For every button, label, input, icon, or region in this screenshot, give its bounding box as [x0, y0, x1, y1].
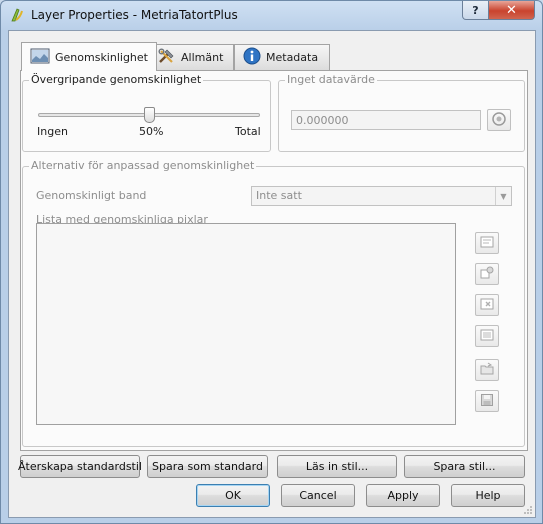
restore-default-style-button[interactable]: Återskapa standardstil	[18, 455, 142, 478]
close-button[interactable]: ✕	[488, 1, 535, 20]
title-help-button[interactable]: ?	[462, 1, 489, 20]
tab-label: Metadata	[266, 51, 319, 64]
chevron-down-icon: ▼	[495, 187, 511, 205]
tab-genomskinlighet[interactable]: Genomskinlighet	[21, 42, 157, 71]
transparent-band-value: Inte satt	[256, 189, 302, 202]
overall-transparency-group: Övergripande genomskinlighet Ingen 50% T…	[22, 73, 271, 152]
tools-icon	[158, 48, 176, 67]
save-disk-icon	[480, 393, 494, 410]
apply-button[interactable]: Apply	[366, 484, 440, 507]
nodata-value-field[interactable]: 0.000000	[291, 110, 481, 130]
slider-min-label: Ingen	[37, 125, 68, 138]
transparency-tab-panel: Övergripande genomskinlighet Ingen 50% T…	[20, 70, 528, 451]
nodata-title: Inget datavärde	[285, 73, 377, 87]
target-icon	[491, 111, 507, 130]
list-defaults-icon	[480, 328, 494, 345]
import-from-file-button[interactable]	[475, 359, 499, 381]
custom-transparency-title: Alternativ för anpassad genomskinlighet	[29, 159, 257, 173]
help-button[interactable]: Help	[451, 484, 525, 507]
title-bar[interactable]: Layer Properties - MetriaTatortPlus ? ✕	[1, 1, 542, 29]
overall-transparency-title: Övergripande genomskinlighet	[29, 73, 204, 87]
tab-allmant[interactable]: Allmänt	[149, 44, 234, 70]
add-values-manually-button[interactable]	[475, 232, 499, 254]
add-values-from-display-button[interactable]	[475, 263, 499, 285]
slider-max-label: Total	[235, 125, 261, 138]
load-style-button[interactable]: Läs in stil...	[277, 455, 397, 478]
transparency-icon	[30, 48, 50, 67]
info-icon	[243, 47, 261, 68]
slider-value-label: 50%	[139, 125, 164, 138]
save-as-default-button[interactable]: Spara som standard	[147, 455, 268, 478]
resize-grip-icon[interactable]	[523, 505, 533, 515]
ok-button[interactable]: OK	[196, 484, 270, 507]
qgis-app-icon	[9, 7, 25, 23]
nodata-set-button[interactable]	[487, 109, 511, 131]
save-style-button[interactable]: Spara stil...	[404, 455, 525, 478]
dialog-body: Genomskinlighet Allmänt Metadata Övergri…	[8, 30, 536, 518]
layer-properties-window: Layer Properties - MetriaTatortPlus ? ✕ …	[0, 0, 543, 524]
pick-pixel-icon	[480, 266, 494, 283]
default-values-button[interactable]	[475, 325, 499, 347]
folder-open-icon	[480, 362, 494, 379]
tab-metadata[interactable]: Metadata	[234, 44, 330, 70]
transparent-band-label: Genomskinligt band	[36, 189, 147, 202]
cancel-button[interactable]: Cancel	[281, 484, 355, 507]
export-to-file-button[interactable]	[475, 390, 499, 412]
nodata-group: Inget datavärde 0.000000	[278, 73, 525, 152]
transparent-band-select[interactable]: Inte satt ▼	[251, 186, 512, 206]
tab-label: Genomskinlighet	[55, 50, 148, 64]
transparency-slider-handle[interactable]	[143, 107, 155, 123]
remove-selected-button[interactable]	[475, 294, 499, 316]
window-title: Layer Properties - MetriaTatortPlus	[31, 8, 238, 22]
remove-row-icon	[480, 297, 494, 314]
tab-label: Allmänt	[181, 51, 224, 64]
transparent-pixel-list[interactable]	[36, 223, 456, 425]
add-row-icon	[480, 235, 494, 252]
